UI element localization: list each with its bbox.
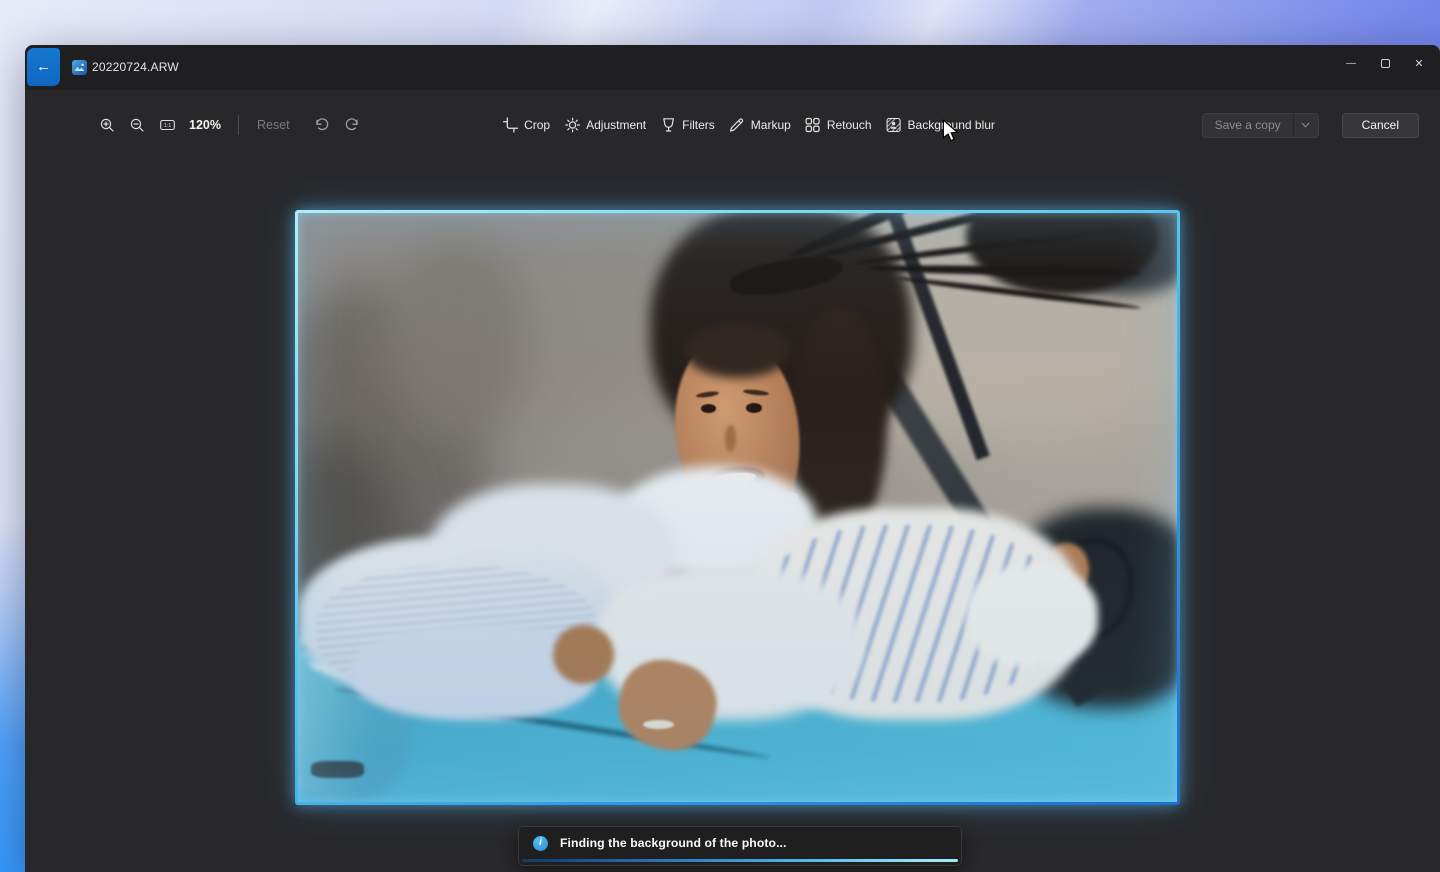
maximize-button[interactable] [1368,45,1402,81]
tool-label: Markup [750,118,791,132]
redo-icon [345,118,358,131]
toolbar-divider [238,115,239,135]
zoom-in-button[interactable] [93,110,121,140]
photo-canvas[interactable] [298,213,1177,802]
svg-text:1:1: 1:1 [163,123,171,129]
car-badge [311,760,364,779]
redo-button[interactable] [338,110,366,140]
close-button[interactable]: ✕ [1402,45,1436,81]
tool-crop[interactable]: Crop [496,110,556,140]
fit-to-window-icon: 1:1 [159,119,175,131]
eye [700,404,716,414]
desktop: { "window": { "filename": "20220724.ARW"… [0,0,1440,872]
save-options-dropdown[interactable] [1292,112,1319,138]
tool-background-blur[interactable]: Background blur [880,110,1001,140]
tool-adjustment[interactable]: Adjustment [558,110,652,140]
titlebar: ← 20220724.ARW — ✕ [25,45,1440,90]
adjustment-icon [564,117,580,133]
reset-button[interactable]: Reset [250,118,297,132]
tool-markup[interactable]: Markup [723,110,797,140]
save-a-copy-split-button: Save a copy [1201,112,1319,138]
tool-label: Background blur [907,118,995,132]
fingernails [642,719,675,729]
tool-label: Crop [524,118,551,132]
minimize-button[interactable]: — [1334,45,1368,81]
progress-bar [522,859,958,862]
retouch-icon [805,117,820,133]
photo-glow-border [295,210,1180,805]
chevron-down-icon [1301,122,1310,128]
tool-retouch[interactable]: Retouch [799,110,878,140]
background-shape [385,236,527,437]
hairline-shadow [684,324,791,378]
fit-to-window-button[interactable]: 1:1 [153,110,181,140]
file-title: 20220724.ARW [92,60,179,74]
action-buttons: Save a copy Cancel [1201,103,1419,147]
tool-label: Adjustment [586,118,647,132]
undo-icon [316,118,328,131]
zoom-out-icon [130,118,144,132]
save-a-copy-button[interactable]: Save a copy [1201,112,1293,138]
zoom-controls: 1:1 120% Reset [93,103,366,147]
photos-app-icon [72,60,87,75]
toast-message: Finding the background of the photo... [560,836,787,850]
edit-tools: Crop Adjustment Filters Markup Retouch B… [496,103,1001,147]
cancel-button[interactable]: Cancel [1341,112,1419,138]
crop-icon [502,117,518,133]
minimize-icon: — [1346,57,1356,69]
zoom-level: 120% [189,118,221,132]
background-blur-icon [886,117,901,133]
editor-toolbar: 1:1 120% Reset Crop Adjustment Filters M… [25,103,1440,147]
toast-notification: i Finding the background of the photo... [518,826,962,866]
undo-button[interactable] [308,110,336,140]
tool-label: Filters [682,118,715,132]
zoom-in-icon [100,118,114,132]
markup-icon [730,118,744,132]
sweater-cuff [966,566,1098,667]
back-arrow-icon: ← [36,58,51,75]
nose-shadow [725,425,736,452]
eye [746,403,763,413]
photos-editor-window: ← 20220724.ARW — ✕ 1:1 120% Reset Crop A… [25,45,1440,872]
info-icon: i [533,835,548,851]
close-icon: ✕ [1414,57,1424,70]
zoom-out-button[interactable] [123,110,151,140]
tool-filters[interactable]: Filters [654,110,721,140]
filters-icon [662,118,674,132]
maximize-icon [1380,58,1390,68]
tool-label: Retouch [826,118,872,132]
back-button[interactable]: ← [27,48,60,86]
window-controls: — ✕ [1334,45,1436,81]
